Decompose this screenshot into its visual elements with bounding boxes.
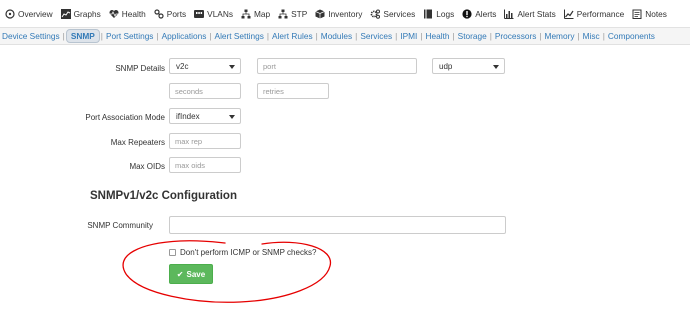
nav-label: Services [383, 8, 416, 19]
tab-storage[interactable]: Storage [456, 31, 489, 41]
nav-label: Inventory [328, 8, 363, 19]
nav-map[interactable]: Map [237, 0, 274, 28]
timeout-input[interactable]: seconds [169, 83, 241, 99]
notes-icon [632, 9, 642, 19]
nav-label: Performance [576, 8, 625, 19]
tab-components[interactable]: Components [606, 31, 657, 41]
tab-misc[interactable]: Misc [581, 31, 602, 41]
nav-notes[interactable]: Notes [628, 0, 671, 28]
alerts-icon [462, 8, 472, 19]
max-repeaters-input[interactable]: max rep [169, 133, 241, 149]
nav-label: Alert Stats [517, 8, 556, 19]
snmp-details-label: SNMP Details [115, 64, 165, 73]
top-navbar: Overview Graphs Health Ports VLANs Map S… [0, 0, 690, 28]
nav-label: Alerts [475, 8, 497, 19]
snmp-version-select[interactable]: v2c [169, 58, 241, 74]
red-annotation-circle [122, 240, 331, 303]
performance-icon [563, 9, 574, 19]
health-icon [109, 9, 119, 19]
nav-label: Notes [645, 8, 667, 19]
tab-health[interactable]: Health [424, 31, 452, 41]
no-checks-row: Don't perform ICMP or SNMP checks? [169, 248, 316, 257]
nav-health[interactable]: Health [105, 0, 150, 28]
retries-input[interactable]: retries [257, 83, 329, 99]
tab-processors[interactable]: Processors [493, 31, 539, 41]
max-repeaters-label: Max Repeaters [110, 138, 165, 147]
logs-icon [423, 9, 433, 19]
nav-label: Overview [18, 8, 53, 19]
nav-label: STP [291, 8, 308, 19]
nav-inventory[interactable]: Inventory [311, 0, 366, 28]
nav-overview[interactable]: Overview [1, 0, 57, 28]
tab-memory[interactable]: Memory [543, 31, 577, 41]
settings-tabs: Device Settings | SNMP | Port Settings |… [0, 28, 690, 45]
tab-ipmi[interactable]: IPMI [398, 31, 419, 41]
graphs-icon [60, 8, 71, 19]
inventory-icon [315, 9, 325, 19]
nav-label: Ports [166, 8, 187, 19]
tab-modules[interactable]: Modules [319, 31, 354, 41]
max-oids-input[interactable]: max oids [169, 157, 241, 173]
port-association-label: Port Association Mode [85, 113, 165, 122]
services-icon [370, 9, 381, 19]
snmp-community-input[interactable] [169, 216, 506, 234]
transport-select[interactable]: udp [432, 58, 505, 74]
port-input[interactable]: port [257, 58, 417, 74]
nav-stp[interactable]: STP [274, 0, 311, 28]
stp-icon [278, 9, 288, 19]
tab-services[interactable]: Services [358, 31, 394, 41]
save-button[interactable]: ✔ Save [169, 264, 213, 284]
max-oids-label: Max OIDs [129, 162, 165, 171]
tab-snmp[interactable]: SNMP [65, 29, 100, 43]
snmp-community-label: SNMP Community [87, 221, 153, 230]
save-label: Save [186, 269, 206, 279]
port-association-select[interactable]: ifIndex [169, 108, 241, 124]
transport-value: udp [439, 62, 453, 71]
vlans-icon [194, 9, 205, 19]
nav-graphs[interactable]: Graphs [57, 0, 105, 28]
no-checks-label: Don't perform ICMP or SNMP checks? [180, 248, 317, 257]
tab-device-settings[interactable]: Device Settings [0, 31, 62, 41]
nav-label: Health [121, 8, 146, 19]
tab-alert-rules[interactable]: Alert Rules [270, 31, 315, 41]
nav-alerts[interactable]: Alerts [458, 0, 500, 28]
nav-services[interactable]: Services [366, 0, 419, 28]
nav-label: VLANs [207, 8, 233, 19]
nav-label: Map [253, 8, 271, 19]
chevron-down-icon [229, 115, 235, 119]
chevron-down-icon [493, 65, 499, 69]
nav-ports[interactable]: Ports [150, 0, 190, 28]
snmp-config-heading: SNMPv1/v2c Configuration [90, 190, 237, 202]
tab-applications[interactable]: Applications [160, 31, 209, 41]
port-association-value: ifIndex [176, 112, 200, 121]
no-checks-checkbox[interactable] [169, 249, 176, 256]
nav-alert-stats[interactable]: Alert Stats [500, 0, 559, 28]
ports-icon [154, 8, 164, 19]
alert-stats-icon [504, 9, 514, 19]
nav-logs[interactable]: Logs [419, 0, 458, 28]
check-icon: ✔ [176, 269, 184, 279]
tab-port-settings[interactable]: Port Settings [104, 31, 156, 41]
snmp-version-value: v2c [176, 62, 189, 71]
overview-icon [5, 8, 15, 19]
nav-label: Logs [436, 8, 455, 19]
nav-performance[interactable]: Performance [560, 0, 629, 28]
nav-vlans[interactable]: VLANs [190, 0, 237, 28]
tab-alert-settings[interactable]: Alert Settings [213, 31, 266, 41]
nav-label: Graphs [73, 8, 101, 19]
map-icon [241, 9, 251, 19]
chevron-down-icon [229, 65, 235, 69]
